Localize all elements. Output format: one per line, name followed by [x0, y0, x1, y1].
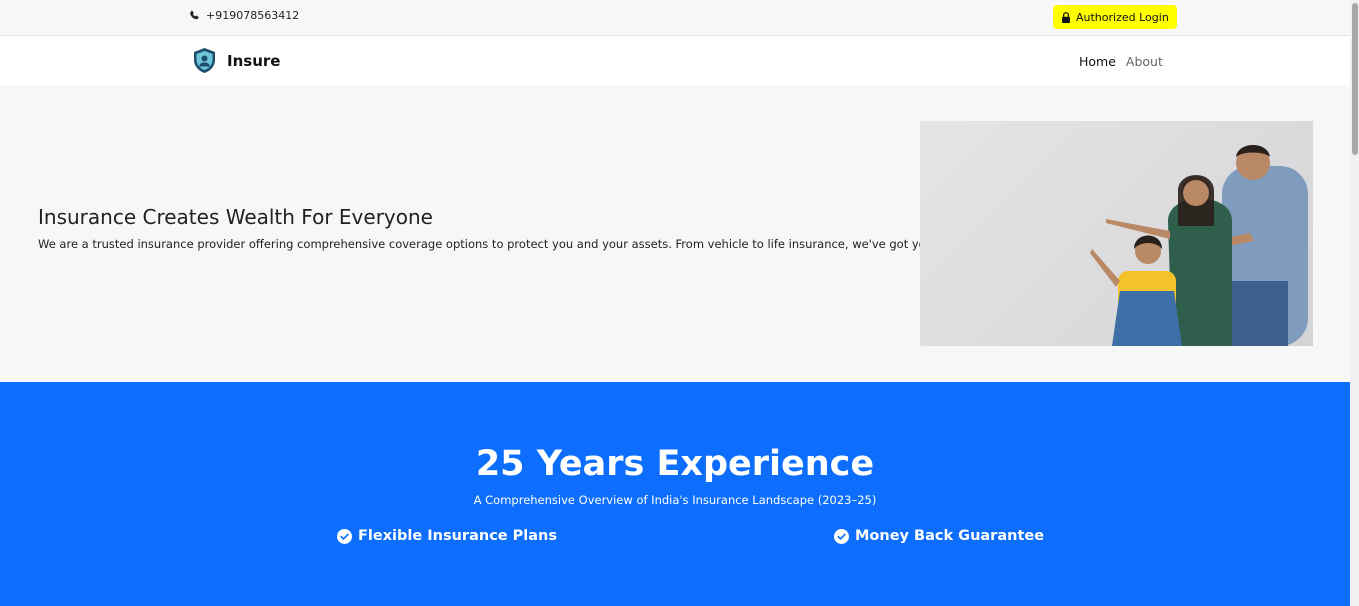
- scrollbar-thumb[interactable]: [1352, 3, 1358, 155]
- hero-description: We are a trusted insurance provider offe…: [38, 237, 987, 251]
- phone-contact[interactable]: +919078563412: [189, 9, 299, 22]
- login-label: Authorized Login: [1076, 10, 1169, 24]
- hero-section: Insurance Creates Wealth For Everyone We…: [0, 85, 1350, 382]
- top-bar: +919078563412 Authorized Login: [0, 0, 1350, 36]
- nav-link-home[interactable]: Home: [1079, 54, 1116, 69]
- navbar: Insure Home About: [0, 36, 1350, 85]
- feature-label: Money Back Guarantee: [855, 528, 1045, 544]
- family-photo: [920, 121, 1313, 346]
- experience-subtitle: A Comprehensive Overview of India's Insu…: [473, 493, 877, 507]
- feature-label: Flexible Insurance Plans: [358, 528, 558, 544]
- page-scrollbar[interactable]: [1350, 0, 1359, 606]
- phone-icon: [190, 10, 199, 20]
- shield-user-icon: [194, 48, 215, 73]
- phone-number: +919078563412: [206, 9, 300, 22]
- lock-icon: [1062, 11, 1070, 23]
- experience-title: 25 Years Experience: [475, 444, 875, 484]
- brand-name: Insure: [227, 51, 281, 70]
- authorized-login-button[interactable]: Authorized Login: [1053, 5, 1177, 29]
- nav-link-about[interactable]: About: [1126, 54, 1163, 69]
- nav-links: Home About: [1079, 54, 1163, 69]
- feature-money-back: Money Back Guarantee: [834, 528, 1044, 544]
- hero-title: Insurance Creates Wealth For Everyone: [38, 205, 433, 229]
- brand[interactable]: Insure: [192, 47, 280, 74]
- experience-section: 25 Years Experience A Comprehensive Over…: [0, 382, 1350, 606]
- feature-flexible-plans: Flexible Insurance Plans: [337, 528, 557, 544]
- check-circle-icon: [834, 528, 849, 544]
- check-circle-icon: [337, 528, 352, 544]
